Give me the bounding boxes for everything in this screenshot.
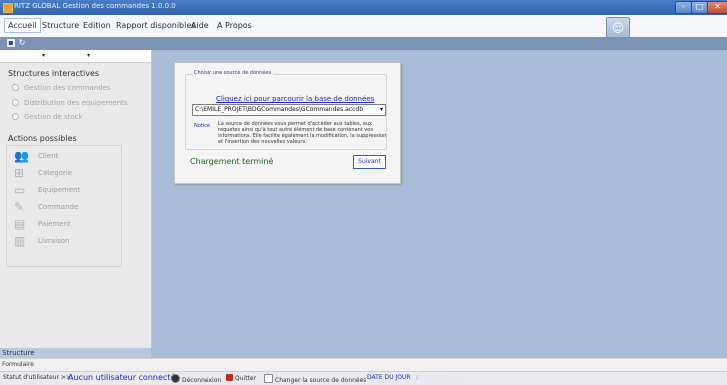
menu-item-structure[interactable]: Structure xyxy=(39,19,82,32)
loading-status: Chargement terminé xyxy=(190,157,274,166)
user-avatar-icon[interactable]: ☺ xyxy=(606,17,630,39)
structures-title: Structures interactives xyxy=(8,69,100,78)
logout-button[interactable]: Déconnexion xyxy=(171,374,221,384)
toolbar: ▪ ↻ xyxy=(0,37,727,50)
menu-item-rapports[interactable]: Rapport disponibles xyxy=(113,19,198,32)
equipement-icon: ▭ xyxy=(14,183,26,197)
radio-distribution-equipements[interactable]: Distribution des equipements xyxy=(12,99,128,107)
radio-circle-icon xyxy=(12,84,19,91)
date-value: 24/08/2014 xyxy=(423,373,470,382)
commande-icon: ✎ xyxy=(14,200,25,214)
notice-text: La source de données vous permet d'accéd… xyxy=(218,121,387,145)
radio-circle-icon xyxy=(12,99,19,106)
logout-icon xyxy=(171,374,180,383)
data-source-dialog: Choisir une source de données Cliquez ic… xyxy=(174,62,401,184)
user-status: Aucun utilisateur connecté xyxy=(68,373,176,382)
menu-item-apropos[interactable]: A Propos xyxy=(214,19,255,32)
menu-item-edition[interactable]: Edition xyxy=(80,19,114,32)
livraison-icon: ▥ xyxy=(14,234,26,248)
app-icon xyxy=(3,3,13,13)
chevron-down-icon[interactable]: ▾ xyxy=(380,106,383,113)
client-icon: 👥 xyxy=(14,149,29,163)
categorie-icon: ⊞ xyxy=(14,166,25,180)
date-separator: : xyxy=(416,374,419,381)
data-source-group: Choisir une source de données Cliquez ic… xyxy=(185,70,387,150)
left-panel: ▾ ▾ Structures interactives Gestion des … xyxy=(0,50,152,348)
menu-item-accueil[interactable]: Accueil xyxy=(4,18,41,33)
next-button[interactable]: Suivant xyxy=(353,155,386,169)
notice-label: Notice xyxy=(194,123,210,129)
save-icon[interactable]: ▪ xyxy=(7,39,15,47)
dropdown-1-arrow[interactable]: ▾ xyxy=(42,52,45,59)
dropdown-2-arrow[interactable]: ▾ xyxy=(87,52,90,59)
form-label: Formulaire xyxy=(2,361,34,368)
structure-label: Structure xyxy=(2,349,35,357)
quit-icon xyxy=(226,374,233,381)
database-path-select[interactable]: C:\EMILE_PROJET\BDGCommandes\GCommandes.… xyxy=(192,104,386,116)
minimize-button[interactable]: – xyxy=(675,1,692,14)
refresh-icon[interactable]: ↻ xyxy=(18,39,26,47)
date-label: DATE DU JOUR xyxy=(367,374,411,381)
window-title: RITZ GLOBAL Gestion des commandes 1.0.0.… xyxy=(14,2,176,10)
browse-database-link[interactable]: Cliquez ici pour parcourir la base de do… xyxy=(216,95,374,103)
structure-bar-fill xyxy=(151,348,727,358)
filter-dropdowns: ▾ ▾ xyxy=(0,50,151,63)
close-button[interactable]: ✕ xyxy=(707,1,727,14)
database-path-value: C:\EMILE_PROJET\BDGCommandes\GCommandes.… xyxy=(195,106,364,113)
structure-bar[interactable]: Structure xyxy=(0,348,151,358)
status-prefix: Statut d'utilisateur >> xyxy=(3,374,71,381)
radio-gestion-stock[interactable]: Gestion de stock xyxy=(12,113,83,121)
actions-title: Actions possibles xyxy=(8,134,77,143)
quit-button[interactable]: Quitter xyxy=(226,374,256,382)
form-bar[interactable]: Formulaire xyxy=(0,358,727,371)
status-bar: Statut d'utilisateur >> Aucun utilisateu… xyxy=(0,371,727,385)
menu-item-aide[interactable]: Aide xyxy=(188,19,212,32)
change-source-button[interactable]: Changer la source de données xyxy=(264,374,366,384)
radio-circle-icon xyxy=(12,113,19,120)
document-icon xyxy=(264,374,273,383)
radio-gestion-commandes[interactable]: Gestion des commandes xyxy=(12,84,111,92)
maximize-button[interactable]: □ xyxy=(691,1,708,14)
paiement-icon: ▤ xyxy=(14,217,26,231)
title-bar: RITZ GLOBAL Gestion des commandes 1.0.0.… xyxy=(0,0,727,15)
group-legend: Choisir une source de données xyxy=(192,70,274,76)
